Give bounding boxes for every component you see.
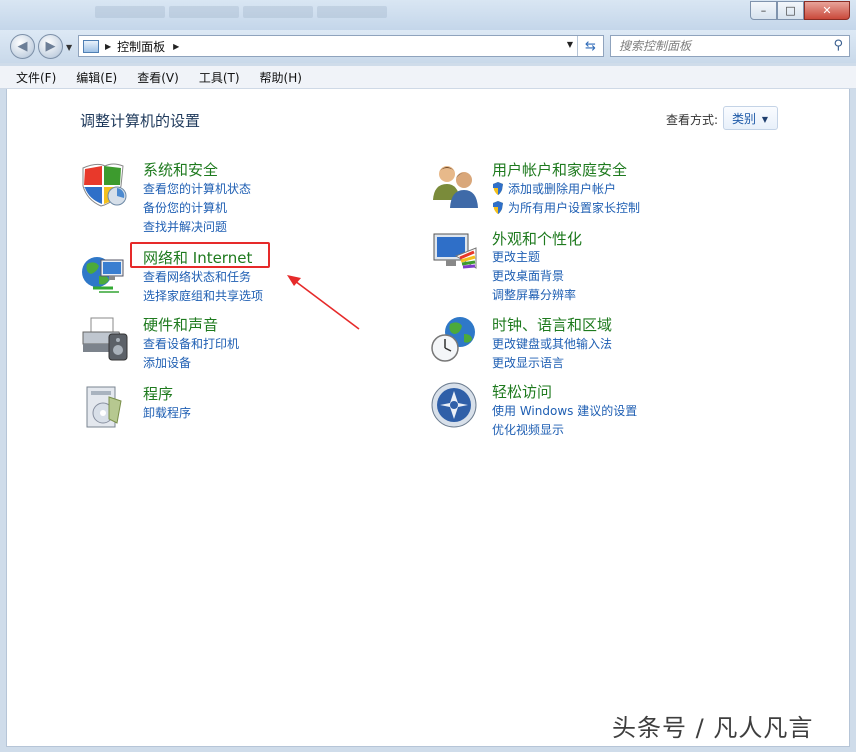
category-title[interactable]: 用户帐户和家庭安全 <box>492 159 627 180</box>
link-display-language[interactable]: 更改显示语言 <box>492 354 564 371</box>
link-add-device[interactable]: 添加设备 <box>143 354 191 371</box>
close-button[interactable]: ✕ <box>804 1 850 20</box>
title-bar: – □ ✕ <box>0 0 856 30</box>
address-dropdown-icon[interactable]: ▼ <box>567 40 573 49</box>
link-label: 添加或删除用户帐户 <box>508 182 617 196</box>
category-title[interactable]: 轻松访问 <box>492 381 552 402</box>
printer-icon <box>82 317 128 361</box>
view-by-value: 类别 <box>732 111 757 126</box>
blurred-title-area <box>95 6 387 18</box>
caption-buttons: – □ ✕ <box>750 1 850 20</box>
refresh-icon: ⇆ <box>585 38 596 54</box>
menu-help[interactable]: 帮助(H) <box>250 69 312 86</box>
search-input[interactable] <box>619 39 829 53</box>
menu-bar: 文件(F) 编辑(E) 查看(V) 工具(T) 帮助(H) <box>0 66 856 89</box>
link-screen-resolution[interactable]: 调整屏幕分辨率 <box>492 286 576 303</box>
link-devices-printers[interactable]: 查看设备和打印机 <box>143 335 239 352</box>
link-label: 为所有用户设置家长控制 <box>508 201 641 215</box>
search-icon[interactable]: ⚲ <box>833 38 843 53</box>
link-optimize-visual-display[interactable]: 优化视频显示 <box>492 421 564 438</box>
forward-arrow-icon: ▶ <box>45 39 56 54</box>
shield-icon <box>82 163 127 207</box>
monitor-palette-icon <box>433 233 477 269</box>
link-change-theme[interactable]: 更改主题 <box>492 248 540 265</box>
page-title: 调整计算机的设置 <box>80 112 201 130</box>
control-panel-content: 调整计算机的设置 查看方式: 类别 ▼ 系统和安全 查看您的计算机状态 备份您的… <box>6 89 850 747</box>
menu-file[interactable]: 文件(F) <box>6 69 66 86</box>
category-title[interactable]: 时钟、语言和区域 <box>492 314 612 335</box>
network-globe-icon <box>82 257 124 293</box>
breadcrumb-separator-icon[interactable]: ▶ <box>105 42 111 51</box>
category-title[interactable]: 外观和个性化 <box>492 228 582 249</box>
link-parental-controls[interactable]: 为所有用户设置家长控制 <box>492 199 640 216</box>
recent-pages-dropdown[interactable]: ▼ <box>66 43 72 52</box>
link-windows-recommended-settings[interactable]: 使用 Windows 建议的设置 <box>492 402 637 419</box>
annotation-arrow-icon <box>287 275 360 330</box>
category-title[interactable]: 程序 <box>143 383 173 404</box>
control-panel-icon <box>83 39 99 53</box>
link-add-remove-accounts[interactable]: 添加或删除用户帐户 <box>492 180 616 197</box>
view-by-dropdown[interactable]: 类别 ▼ <box>723 106 778 130</box>
menu-tools[interactable]: 工具(T) <box>189 69 250 86</box>
link-change-keyboard[interactable]: 更改键盘或其他输入法 <box>492 335 612 352</box>
menu-view[interactable]: 查看(V) <box>127 69 189 86</box>
breadcrumb-chevron-icon[interactable]: ▶ <box>173 42 179 51</box>
breadcrumb-control-panel[interactable]: 控制面板 <box>117 38 165 55</box>
uac-shield-icon <box>493 201 503 214</box>
category-title[interactable]: 系统和安全 <box>143 159 218 180</box>
minimize-button[interactable]: – <box>750 1 777 20</box>
programs-icon <box>86 386 122 428</box>
view-by-label: 查看方式: <box>666 113 719 127</box>
menu-edit[interactable]: 编辑(E) <box>66 69 127 86</box>
back-button[interactable]: ◀ <box>10 34 35 59</box>
refresh-button[interactable]: ⇆ <box>577 36 603 56</box>
ease-of-access-icon <box>431 382 477 428</box>
uac-shield-icon <box>493 182 503 195</box>
link-find-fix-problems[interactable]: 查找并解决问题 <box>143 218 227 235</box>
users-icon <box>433 166 478 208</box>
watermark: 头条号 / 凡人凡言 <box>612 714 814 742</box>
chevron-down-icon: ▼ <box>761 115 768 124</box>
link-uninstall-program[interactable]: 卸载程序 <box>143 404 191 421</box>
highlight-box <box>130 242 270 268</box>
address-bar[interactable]: ▶ 控制面板 ▶ ▼ ⇆ <box>78 35 604 57</box>
category-title[interactable]: 硬件和声音 <box>143 314 218 335</box>
back-arrow-icon: ◀ <box>17 39 28 54</box>
search-box[interactable]: ⚲ <box>610 35 850 57</box>
link-desktop-background[interactable]: 更改桌面背景 <box>492 267 564 284</box>
forward-button[interactable]: ▶ <box>38 34 63 59</box>
clock-globe-icon <box>431 317 475 362</box>
link-view-network-status[interactable]: 查看网络状态和任务 <box>143 268 251 285</box>
link-homegroup-sharing[interactable]: 选择家庭组和共享选项 <box>143 287 263 304</box>
link-view-computer-status[interactable]: 查看您的计算机状态 <box>143 180 251 197</box>
maximize-button[interactable]: □ <box>777 1 804 20</box>
link-backup-computer[interactable]: 备份您的计算机 <box>143 199 227 216</box>
